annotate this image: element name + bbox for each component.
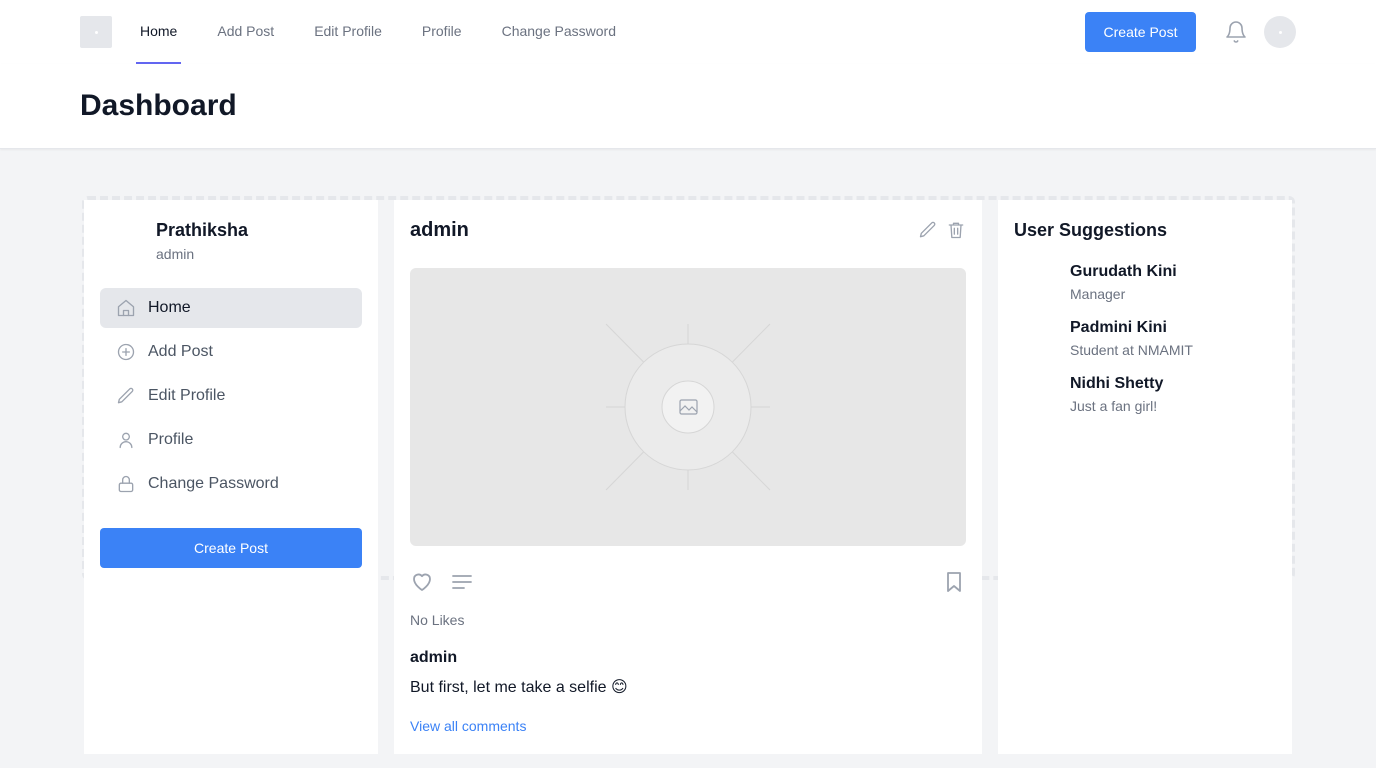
page-title: Dashboard <box>80 89 237 122</box>
edit-icon[interactable] <box>918 220 938 240</box>
suggestion-item[interactable]: Padmini Kini Student at NMAMIT <box>1070 318 1193 374</box>
sidebar-item-label: Home <box>148 299 191 316</box>
sidebar-item-label: Change Password <box>148 475 279 492</box>
caption-author[interactable]: admin <box>410 649 457 667</box>
page-header: Dashboard <box>0 64 1376 149</box>
sidebar-item-label: Add Post <box>148 343 213 360</box>
post-caption: But first, let me take a selfie 😊 <box>410 679 628 696</box>
post-author[interactable]: admin <box>410 219 469 242</box>
sidebar-item-home[interactable]: Home <box>100 288 362 328</box>
sidebar-item-change-password[interactable]: Change Password <box>100 464 362 504</box>
user-suggestions-panel: User Suggestions Gurudath Kini Manager P… <box>998 200 1292 754</box>
plus-circle-icon <box>116 342 136 362</box>
suggestions-list: Gurudath Kini Manager Padmini Kini Stude… <box>1070 262 1193 430</box>
suggestion-subtitle: Manager <box>1070 286 1126 302</box>
post-image-placeholder[interactable] <box>410 268 966 546</box>
top-navbar: Home Add Post Edit Profile Profile Chang… <box>0 0 1376 64</box>
lock-icon <box>116 474 136 494</box>
sidebar-user-role: admin <box>156 246 195 262</box>
nav-link-profile[interactable]: Profile <box>418 0 466 64</box>
sidebar-user-name: Prathiksha <box>156 220 249 240</box>
nav-link-add-post[interactable]: Add Post <box>213 0 278 64</box>
sidebar-create-post-button[interactable]: Create Post <box>100 528 362 568</box>
create-post-button[interactable]: Create Post <box>1085 12 1196 52</box>
comments-icon[interactable] <box>450 570 474 594</box>
sidebar-item-add-post[interactable]: Add Post <box>100 332 362 372</box>
home-icon <box>116 298 136 318</box>
bookmark-icon[interactable] <box>942 570 966 594</box>
suggestion-name: Padmini Kini <box>1070 319 1167 336</box>
suggestion-name: Gurudath Kini <box>1070 263 1177 280</box>
sidebar-menu: Home Add Post Edit Profile Profile Chang… <box>100 288 362 508</box>
likes-count: No Likes <box>410 612 465 628</box>
nav-link-home[interactable]: Home <box>136 0 182 64</box>
suggestion-item[interactable]: Nidhi Shetty Just a fan girl! <box>1070 374 1193 430</box>
post-card: admin No Likes admin But first, let me t… <box>394 200 982 754</box>
sidebar-item-label: Edit Profile <box>148 387 226 404</box>
bell-icon[interactable] <box>1224 20 1248 44</box>
trash-icon[interactable] <box>946 220 966 240</box>
nav-link-edit-profile[interactable]: Edit Profile <box>310 0 386 64</box>
user-icon <box>116 430 136 450</box>
nav-link-change-password[interactable]: Change Password <box>498 0 620 64</box>
suggestions-title: User Suggestions <box>1014 220 1168 240</box>
avatar[interactable] <box>1264 16 1296 48</box>
suggestion-subtitle: Student at NMAMIT <box>1070 342 1193 358</box>
sidebar-item-edit-profile[interactable]: Edit Profile <box>100 376 362 416</box>
view-comments-link[interactable]: View all comments <box>410 718 526 734</box>
suggestion-item[interactable]: Gurudath Kini Manager <box>1070 262 1193 318</box>
sidebar-item-label: Profile <box>148 431 194 448</box>
logo[interactable] <box>80 16 112 48</box>
left-sidebar: Prathiksha admin Home Add Post Edit Prof… <box>84 200 378 754</box>
pencil-icon <box>116 386 136 406</box>
suggestion-name: Nidhi Shetty <box>1070 375 1164 392</box>
heart-icon[interactable] <box>410 570 434 594</box>
sidebar-item-profile[interactable]: Profile <box>100 420 362 460</box>
nav-links: Home Add Post Edit Profile Profile Chang… <box>136 0 652 64</box>
suggestion-subtitle: Just a fan girl! <box>1070 398 1158 414</box>
